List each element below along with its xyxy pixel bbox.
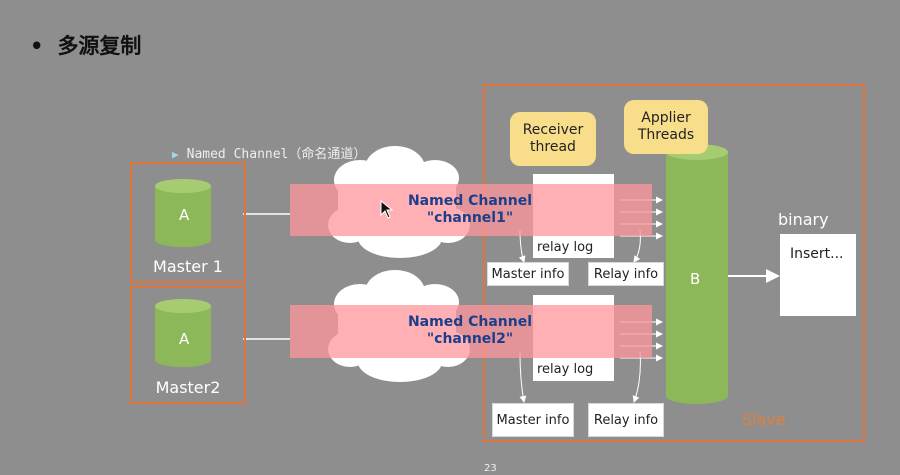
master2-label: Master2	[155, 378, 221, 397]
applier-threads-callout: Applier Threads	[624, 100, 708, 154]
master2-box: A Master2	[130, 286, 246, 404]
binary-label: binary	[778, 210, 829, 229]
binary-log-content: Insert...	[790, 246, 844, 262]
receiver-thread-callout: Receiver thread	[510, 112, 596, 166]
receiver-thread-text: Receiver thread	[522, 122, 584, 155]
slave-db-label: B	[690, 270, 701, 288]
channel2-name: Named Channel	[407, 314, 533, 330]
arrow-line	[632, 351, 641, 403]
relay-log-label: relay log	[535, 240, 596, 255]
channel1-id: "channel1"	[426, 210, 514, 226]
channel2-id: "channel2"	[426, 331, 514, 347]
mouse-cursor-icon	[380, 200, 394, 219]
relay-info-box: Relay info	[588, 403, 664, 437]
master-info-box: Master info	[492, 403, 574, 437]
arrow-line	[519, 351, 527, 403]
binary-log-box: Insert...	[780, 234, 856, 316]
database-label: A	[179, 330, 190, 348]
channel1-name: Named Channel	[407, 193, 533, 209]
master1-box: A Master 1	[130, 162, 246, 283]
relay-log-label: relay log	[535, 362, 596, 377]
page-number: 23	[484, 463, 497, 474]
database-label: A	[179, 206, 190, 224]
channel1-label: Named Channel "channel1"	[390, 193, 550, 227]
relay-info-box: Relay info	[588, 262, 664, 286]
applier-threads-text: Applier Threads	[637, 110, 695, 143]
master-info-box: Master info	[487, 262, 569, 286]
channel2-label: Named Channel "channel2"	[390, 314, 550, 348]
master1-label: Master 1	[153, 257, 223, 276]
